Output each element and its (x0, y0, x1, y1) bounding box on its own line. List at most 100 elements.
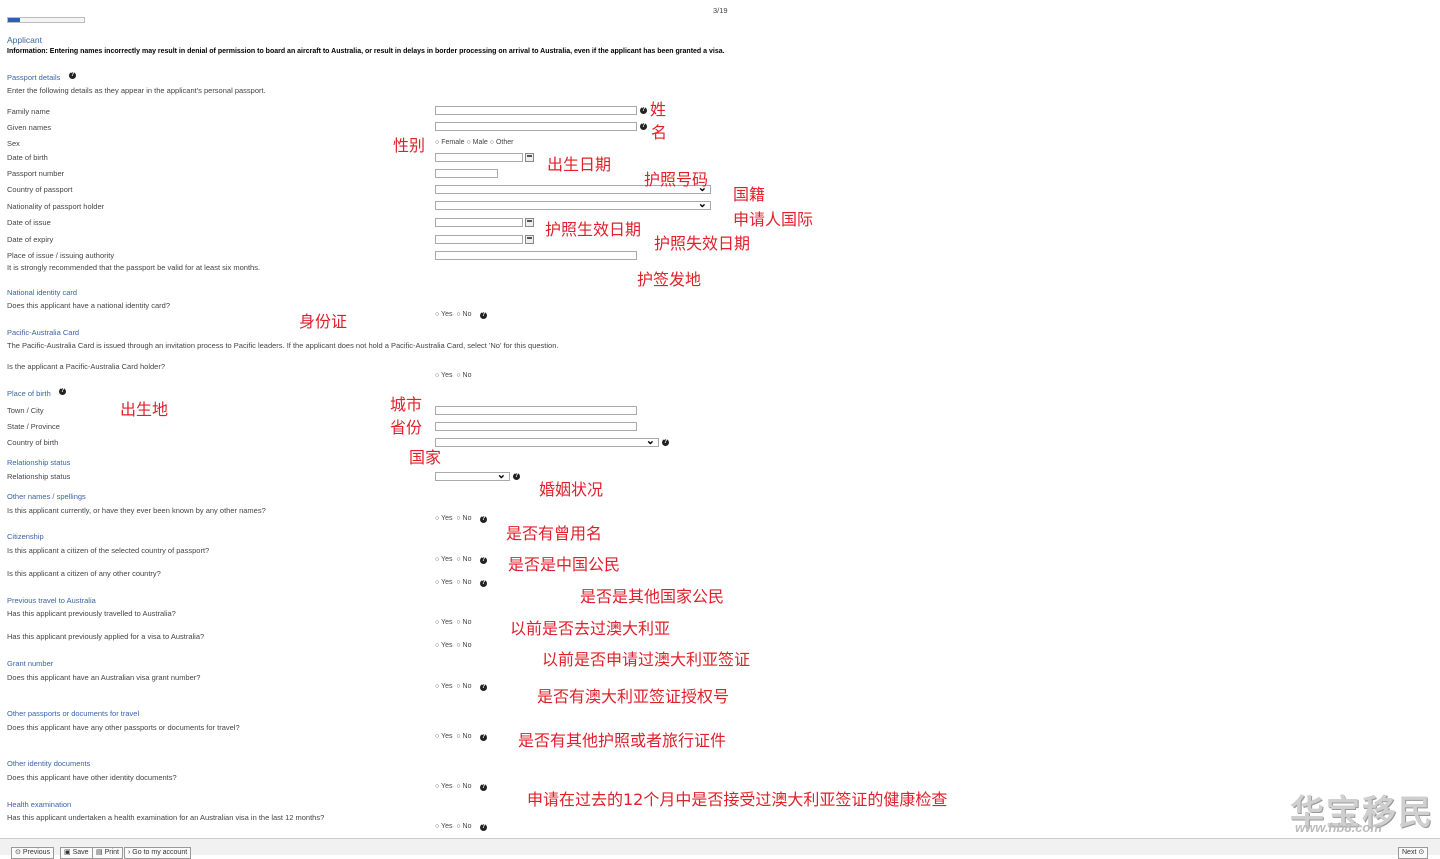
pac-heading: Pacific-Australia Card (7, 328, 80, 337)
citizenship-radio-group-2[interactable]: ○ Yes ○ No (435, 579, 471, 586)
country-of-passport-label: Country of passport (7, 185, 73, 194)
annotation-other-names: 是否有曾用名 (506, 524, 603, 543)
grant-radio-group[interactable]: ○ Yes ○ No (435, 683, 471, 690)
next-label: Next (1402, 849, 1417, 856)
yes-option[interactable]: Yes (441, 311, 452, 318)
no-option[interactable]: No (463, 683, 472, 690)
place-of-issue-label: Place of issue / issuing authority (7, 251, 115, 260)
family-name-field[interactable] (435, 106, 637, 115)
help-icon[interactable]: ? (662, 439, 669, 446)
account-label: Go to my account (132, 849, 188, 856)
nic-heading: National identity card (7, 288, 78, 297)
citizenship-heading: Citizenship (7, 532, 44, 541)
annotation-pob: 出生地 (120, 400, 169, 419)
calendar-icon[interactable] (525, 218, 534, 227)
annotation-cit2: 是否是其他国家公民 (580, 587, 725, 606)
date-of-issue-field[interactable] (435, 218, 523, 227)
calendar-icon[interactable] (525, 153, 534, 162)
other-names-question: Is this applicant currently, or have the… (7, 506, 266, 515)
other-names-radio-group[interactable]: ○ Yes ○ No (435, 515, 471, 522)
citizenship-radio-group-1[interactable]: ○ Yes ○ No (435, 556, 471, 563)
date-of-expiry-field[interactable] (435, 235, 523, 244)
no-option[interactable]: No (463, 783, 472, 790)
country-of-birth-select[interactable] (435, 434, 659, 447)
sex-option-other[interactable]: Other (496, 139, 514, 146)
no-option[interactable]: No (463, 515, 472, 522)
help-icon[interactable]: ? (480, 312, 487, 319)
next-button[interactable]: Next ⊙ (1398, 847, 1429, 859)
help-icon[interactable]: ? (480, 557, 487, 564)
no-option[interactable]: No (463, 733, 472, 740)
help-icon[interactable]: ? (59, 388, 66, 395)
health-radio-group[interactable]: ○ Yes ○ No (435, 823, 471, 830)
progress-bar (7, 17, 85, 23)
place-of-issue-field[interactable] (435, 251, 637, 260)
annotation-travel2: 以前是否申请过澳大利亚签证 (542, 650, 751, 669)
nic-radio-group[interactable]: ○ Yes ○ No (435, 311, 471, 318)
previous-icon: ⊙ (15, 849, 21, 856)
yes-option[interactable]: Yes (441, 823, 452, 830)
passport-validity-note: It is strongly recommended that the pass… (7, 263, 261, 272)
yes-option[interactable]: Yes (441, 683, 452, 690)
travel-radio-group-2[interactable]: ○ Yes ○ No (435, 642, 471, 649)
yes-option[interactable]: Yes (441, 642, 452, 649)
citizenship-question-1: Is this applicant a citizen of the selec… (7, 546, 210, 555)
passport-intro: Enter the following details as they appe… (7, 86, 266, 95)
annotation-travel1: 以前是否去过澳大利亚 (510, 619, 671, 638)
no-option[interactable]: No (463, 372, 472, 379)
help-icon[interactable]: ? (480, 734, 487, 741)
yes-option[interactable]: Yes (441, 783, 452, 790)
help-icon[interactable]: ? (480, 824, 487, 831)
other-id-radio-group[interactable]: ○ Yes ○ No (435, 783, 471, 790)
help-icon[interactable]: ? (480, 684, 487, 691)
pac-radio-group[interactable]: ○ Yes ○ No (435, 372, 471, 379)
help-icon[interactable]: ? (480, 784, 487, 791)
state-field[interactable] (435, 422, 637, 431)
print-button[interactable]: ▤ Print (92, 847, 123, 859)
no-option[interactable]: No (463, 579, 472, 586)
no-option[interactable]: No (463, 823, 472, 830)
help-icon[interactable]: ? (513, 473, 520, 480)
go-to-account-button[interactable]: › Go to my account (124, 847, 192, 859)
calendar-icon[interactable] (525, 235, 534, 244)
no-option[interactable]: No (463, 556, 472, 563)
no-option[interactable]: No (463, 619, 472, 626)
grant-heading: Grant number (7, 659, 54, 668)
help-icon[interactable]: ? (480, 516, 487, 523)
relationship-select[interactable] (435, 468, 510, 481)
yes-option[interactable]: Yes (441, 515, 452, 522)
other-passports-radio-group[interactable]: ○ Yes ○ No (435, 733, 471, 740)
yes-option[interactable]: Yes (441, 619, 452, 626)
yes-option[interactable]: Yes (441, 372, 452, 379)
help-icon[interactable]: ? (640, 107, 647, 114)
no-option[interactable]: No (463, 311, 472, 318)
annotation-expiry: 护照失效日期 (654, 234, 751, 253)
dob-field[interactable] (435, 153, 523, 162)
sex-label: Sex (7, 139, 20, 148)
yes-option[interactable]: Yes (441, 579, 452, 586)
sex-option-female[interactable]: Female (441, 139, 464, 146)
previous-button[interactable]: ⊙ Previous (11, 847, 55, 859)
given-names-field[interactable] (435, 122, 637, 131)
footer-bar: ⊙ Previous ▣ Save ▤ Print › Go to my acc… (0, 838, 1440, 859)
sex-option-male[interactable]: Male (473, 139, 488, 146)
other-id-heading: Other identity documents (7, 759, 91, 768)
help-icon[interactable]: ? (69, 72, 76, 79)
travel-radio-group-1[interactable]: ○ Yes ○ No (435, 619, 471, 626)
town-field[interactable] (435, 406, 637, 415)
save-button[interactable]: ▣ Save (60, 847, 93, 859)
state-label: State / Province (7, 422, 60, 431)
yes-option[interactable]: Yes (441, 733, 452, 740)
help-icon[interactable]: ? (480, 580, 487, 587)
other-passports-question: Does this applicant have any other passp… (7, 723, 240, 732)
annotation-other-pass: 是否有其他护照或者旅行证件 (518, 731, 727, 750)
yes-option[interactable]: Yes (441, 556, 452, 563)
passport-number-field[interactable] (435, 169, 498, 178)
annotation-grant: 是否有澳大利亚签证授权号 (537, 687, 730, 706)
annotation-family: 姓 (650, 100, 667, 119)
nationality-select[interactable] (435, 197, 711, 210)
family-name-label: Family name (7, 107, 50, 116)
no-option[interactable]: No (463, 642, 472, 649)
help-icon[interactable]: ? (640, 123, 647, 130)
sex-radio-group[interactable]: ○ Female ○ Male ○ Other (435, 139, 513, 146)
